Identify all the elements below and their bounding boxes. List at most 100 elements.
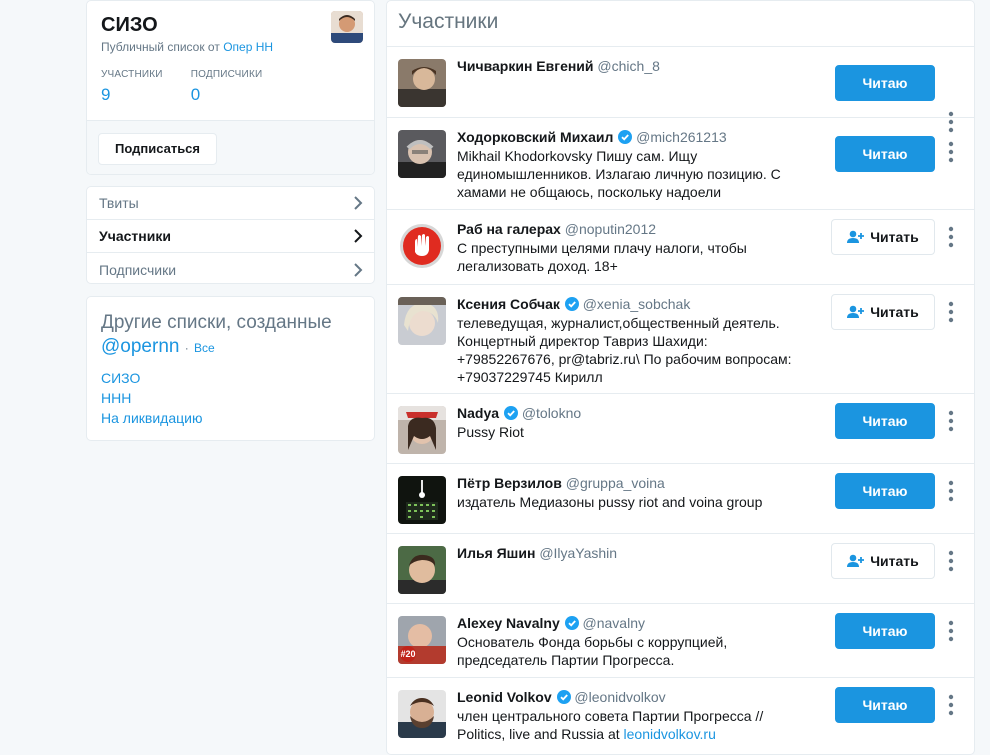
chevron-right-icon (354, 196, 363, 210)
more-options-icon[interactable] (948, 480, 954, 502)
member-avatar[interactable] (398, 406, 446, 454)
member-avatar[interactable] (398, 476, 446, 524)
members-title: Участники (387, 1, 974, 47)
verified-badge-icon (503, 406, 518, 420)
member-handle[interactable]: @noputin2012 (565, 221, 656, 237)
nav-item-label: Участники (99, 228, 171, 244)
member-handle[interactable]: @mich261213 (636, 129, 727, 145)
more-options-icon[interactable] (948, 550, 954, 572)
member-name[interactable]: Раб на галерах (457, 221, 561, 237)
nav-item-subscribers[interactable]: Подписчики (87, 253, 374, 286)
following-button[interactable]: Читаю (835, 136, 935, 172)
follow-button-label: Читать (870, 553, 919, 569)
verified-badge-icon (556, 690, 571, 704)
add-user-icon (847, 230, 865, 243)
other-lists-card: Другие списки, созданные @opernn · Все С… (86, 296, 375, 441)
separator-dot: · (184, 341, 189, 355)
member-name[interactable]: Leonid Volkov (457, 689, 552, 705)
member-bio: Основатель Фонда борьбы с коррупцией, пр… (457, 634, 728, 668)
member-avatar[interactable]: #20 (398, 616, 446, 664)
member-handle[interactable]: @navalny (583, 615, 645, 631)
more-options-icon[interactable] (948, 620, 954, 642)
member-row: Ксения Собчак @xenia_sobchak телеведущая… (387, 285, 974, 394)
member-bio: телеведущая, журналист,общественный деят… (457, 315, 792, 385)
nav-item-tweets[interactable]: Твиты (87, 187, 374, 220)
subscribers-stat[interactable]: ПОДПИСЧИКИ 0 (191, 69, 263, 105)
nav-item-members[interactable]: Участники (87, 220, 374, 253)
other-lists-heading: Другие списки, созданные (101, 312, 332, 333)
add-user-icon (847, 305, 865, 318)
verified-badge-icon (564, 297, 579, 311)
member-avatar[interactable] (398, 546, 446, 594)
member-bio: С преступными целями плачу налоги, чтобы… (457, 240, 747, 274)
list-header: СИЗО Публичный список от Опер НН УЧАСТНИ… (87, 1, 374, 120)
member-name[interactable]: Nadya (457, 405, 499, 421)
nav-item-label: Твиты (99, 195, 139, 211)
verified-badge-icon (618, 130, 633, 144)
follow-button[interactable]: Читать (831, 543, 935, 579)
member-handle[interactable]: @tolokno (522, 405, 581, 421)
chevron-right-icon (354, 262, 363, 277)
member-row: Раб на галерах @noputin2012 С преступным… (387, 210, 974, 285)
more-options-icon[interactable] (948, 301, 954, 323)
member-row: Илья Яшин @IlyaYashin Читать (387, 534, 974, 604)
follow-button[interactable]: Читать (831, 294, 935, 330)
other-list-link[interactable]: ННН (101, 388, 360, 408)
member-handle[interactable]: @xenia_sobchak (583, 296, 691, 312)
more-options-icon[interactable] (948, 410, 954, 432)
chevron-right-icon (354, 229, 363, 243)
member-handle[interactable]: @leonidvolkov (574, 689, 665, 705)
member-bio-link[interactable]: leonidvolkov.ru (624, 726, 716, 742)
member-avatar[interactable] (398, 59, 446, 107)
members-panel: Участники Чичваркин Евгений @chich_8 Чит… (386, 0, 975, 755)
svg-text:#20: #20 (400, 649, 415, 659)
following-button[interactable]: Читаю (835, 687, 935, 723)
more-options-icon[interactable] (948, 141, 954, 163)
member-name[interactable]: Ксения Собчак (457, 296, 560, 312)
member-row: #20 Alexey Navalny @navalny Основатель Ф… (387, 604, 974, 678)
list-owner-link[interactable]: Опер НН (223, 40, 273, 54)
owner-avatar[interactable] (331, 11, 363, 43)
following-button[interactable]: Читаю (835, 473, 935, 509)
member-name[interactable]: Ходорковский Михаил (457, 129, 613, 145)
other-lists-title: Другие списки, созданные @opernn · Все (101, 311, 360, 360)
member-avatar[interactable] (398, 297, 446, 345)
member-handle[interactable]: @gruppa_voina (566, 475, 665, 491)
list-card: СИЗО Публичный список от Опер НН УЧАСТНИ… (86, 0, 375, 175)
member-name[interactable]: Чичваркин Евгений (457, 58, 594, 74)
member-name[interactable]: Илья Яшин (457, 545, 535, 561)
member-bio-text: член центрального совета Партии Прогресс… (457, 708, 764, 742)
all-lists-link[interactable]: Все (194, 341, 215, 355)
other-lists-handle[interactable]: @opernn (101, 336, 179, 357)
other-list-link[interactable]: СИЗО (101, 368, 360, 388)
list-actions: Подписаться (87, 120, 374, 174)
member-handle[interactable]: @IlyaYashin (539, 545, 617, 561)
members-stat[interactable]: УЧАСТНИКИ 9 (101, 69, 163, 105)
list-owner: Публичный список от Опер НН (101, 40, 360, 54)
following-button[interactable]: Читаю (835, 65, 935, 101)
more-options-icon[interactable] (948, 694, 954, 716)
other-list-link[interactable]: На ликвидацию (101, 408, 360, 428)
members-count: 9 (101, 85, 111, 104)
member-avatar[interactable] (398, 222, 446, 270)
more-options-icon[interactable] (948, 226, 954, 248)
following-button[interactable]: Читаю (835, 613, 935, 649)
member-name[interactable]: Пётр Верзилов (457, 475, 562, 491)
member-bio: член центрального совета Партии Прогресс… (457, 707, 797, 743)
subscribers-count: 0 (190, 85, 201, 104)
nav-item-label: Подписчики (99, 261, 177, 278)
follow-button-label: Читать (870, 229, 919, 245)
member-name[interactable]: Alexey Navalny (457, 615, 560, 631)
list-owner-prefix: Публичный список от (101, 40, 220, 54)
following-button[interactable]: Читаю (835, 403, 935, 439)
follow-button[interactable]: Читать (831, 219, 935, 255)
member-avatar[interactable] (398, 690, 446, 738)
member-handle[interactable]: @chich_8 (597, 58, 659, 74)
member-row: Nadya @tolokno Pussy Riot Читаю (387, 394, 974, 464)
other-lists-links: СИЗО ННН На ликвидацию (101, 368, 360, 428)
list-stats: УЧАСТНИКИ 9 ПОДПИСЧИКИ 0 (101, 69, 262, 105)
member-row: Leonid Volkov @leonidvolkov член централ… (387, 678, 974, 754)
subscribers-label: ПОДПИСЧИКИ (190, 69, 263, 80)
subscribe-button[interactable]: Подписаться (98, 133, 218, 165)
member-avatar[interactable] (398, 130, 446, 178)
